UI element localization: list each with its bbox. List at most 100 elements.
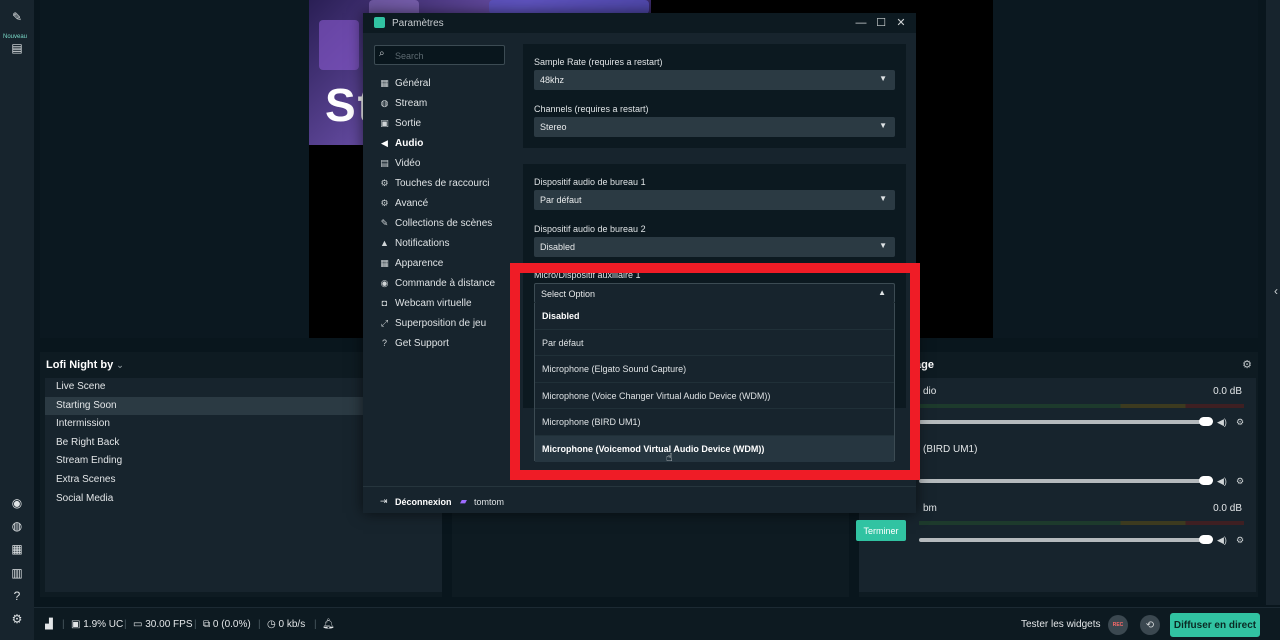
gear-icon[interactable]: ⚙ bbox=[1236, 476, 1244, 487]
speaker-icon: ◀ bbox=[381, 137, 388, 148]
remote-icon: ◉ bbox=[380, 277, 389, 288]
username: tomtom bbox=[474, 497, 505, 507]
volume-slider[interactable] bbox=[919, 538, 1209, 542]
desktop-audio-1-label: Dispositif audio de bureau 1 bbox=[534, 177, 646, 187]
bell-icon[interactable]: 🔔︎ bbox=[322, 619, 335, 630]
nav-item-notifications[interactable]: ▲ Notifications bbox=[379, 235, 517, 251]
film-icon: ▤ bbox=[380, 157, 389, 168]
stats-icon[interactable]: ▟ bbox=[45, 619, 53, 630]
record-button[interactable]: REC bbox=[1108, 615, 1128, 635]
clapperboard-icon[interactable]: ▤ bbox=[8, 39, 26, 57]
desktop-audio-1-select[interactable]: Par défaut ▼ bbox=[534, 190, 895, 210]
channels-label: Channels (requires a restart) bbox=[534, 104, 649, 114]
caret-down-icon: ▼ bbox=[879, 241, 887, 250]
status-footer: ▟ | ▣ 1.9% UC | ▭ 30.00 FPS | ⧉ 0 (0.0%)… bbox=[34, 607, 1280, 640]
volume-slider[interactable] bbox=[919, 420, 1209, 424]
settings-footer: ⇥ Déconnexion ▰ tomtom bbox=[363, 486, 916, 513]
volume-slider[interactable] bbox=[919, 479, 1209, 483]
maximize-icon[interactable]: ☐ bbox=[873, 15, 889, 31]
search-icon: ⌕ bbox=[379, 48, 385, 59]
library-icon[interactable]: ▥ bbox=[8, 564, 26, 582]
wand-icon[interactable]: ✎ bbox=[8, 8, 26, 26]
search-box[interactable]: ⌕ bbox=[374, 45, 505, 65]
nav-item-audio[interactable]: ◀ Audio bbox=[379, 135, 517, 151]
sample-rate-label: Sample Rate (requires a restart) bbox=[534, 57, 663, 67]
replay-buffer-icon[interactable]: ⟲ bbox=[1140, 615, 1160, 635]
wand-icon: ✎ bbox=[380, 217, 389, 228]
window-title: Paramètres bbox=[392, 18, 444, 29]
mixer-channel-name: (BIRD UM1) bbox=[923, 444, 978, 455]
mixer-channel-name: dio bbox=[923, 386, 937, 397]
apps-icon[interactable]: ▦ bbox=[8, 540, 26, 558]
desktop-audio-2-label: Dispositif audio de bureau 2 bbox=[534, 224, 646, 234]
left-rail: ✎ Nouveau ▤ ◉ ◍ ▦ ▥ ? ⚙ bbox=[0, 0, 34, 640]
test-widgets-link[interactable]: Tester les widgets bbox=[1021, 619, 1100, 630]
channels-select[interactable]: Stereo ▼ bbox=[534, 117, 895, 137]
caret-down-icon: ▼ bbox=[879, 74, 887, 83]
speaker-icon[interactable]: ◀) bbox=[1217, 417, 1227, 428]
nav-item-scene-collections[interactable]: ✎ Collections de scènes bbox=[379, 215, 517, 231]
desktop-audio-2-select[interactable]: Disabled ▼ bbox=[534, 237, 895, 257]
chevron-left-icon[interactable]: ‹ bbox=[1274, 284, 1278, 298]
cpu-usage: ▣ 1.9% UC bbox=[71, 619, 124, 630]
logout-icon[interactable]: ⇥ bbox=[380, 496, 388, 507]
nav-item-general[interactable]: ▦ Général bbox=[379, 75, 517, 91]
fps-readout: ▭ 30.00 FPS bbox=[133, 619, 193, 630]
volume-slider-handle[interactable] bbox=[1199, 417, 1213, 426]
volume-slider-handle[interactable] bbox=[1199, 476, 1213, 485]
speaker-icon[interactable]: ◀) bbox=[1217, 535, 1227, 546]
nav-item-get-support[interactable]: ? Get Support bbox=[379, 335, 517, 351]
app-logo-icon bbox=[374, 17, 385, 28]
question-icon[interactable]: ? bbox=[8, 587, 26, 605]
layout-icon: ▦ bbox=[380, 257, 389, 268]
logout-button[interactable]: Déconnexion bbox=[395, 497, 452, 507]
expand-icon: ⤢ bbox=[380, 317, 389, 328]
dropped-frames: ⧉ 0 (0.0%) bbox=[203, 619, 251, 630]
right-rail: ‹ bbox=[1266, 0, 1280, 605]
hand-cursor-icon: ☝ bbox=[666, 452, 673, 464]
gear-icon: ⚙ bbox=[380, 177, 389, 188]
chat-icon[interactable]: ◍ bbox=[8, 517, 26, 535]
nav-item-output[interactable]: ▣ Sortie bbox=[379, 115, 517, 131]
nav-item-game-overlay[interactable]: ⤢ Superposition de jeu bbox=[379, 315, 517, 331]
twitch-icon: ▰ bbox=[460, 496, 467, 506]
audio-format-card: Sample Rate (requires a restart) 48khz ▼… bbox=[523, 44, 906, 148]
go-live-button[interactable]: Diffuser en direct bbox=[1170, 613, 1260, 637]
nav-item-remote-control[interactable]: ◉ Commande à distance bbox=[379, 275, 517, 291]
caret-down-icon: ▼ bbox=[879, 194, 887, 203]
nav-item-appearance[interactable]: ▦ Apparence bbox=[379, 255, 517, 271]
gear-icon[interactable]: ⚙ bbox=[1242, 358, 1252, 371]
gears-icon: ⚙ bbox=[380, 197, 389, 208]
mixer-channel-db: 0.0 dB bbox=[1213, 386, 1242, 397]
highlight-annotation bbox=[510, 263, 920, 480]
help-circle-icon[interactable]: ◉ bbox=[8, 494, 26, 512]
settings-icon[interactable]: ⚙ bbox=[8, 610, 26, 628]
gear-icon[interactable]: ⚙ bbox=[1236, 535, 1244, 546]
grid-icon: ▦ bbox=[380, 77, 389, 88]
close-icon[interactable]: ✕ bbox=[893, 15, 909, 31]
bandwidth-readout: ◷ 0 kb/s bbox=[267, 619, 306, 630]
mixer-channel-db: 0.0 dB bbox=[1213, 503, 1242, 514]
caret-down-icon: ▼ bbox=[879, 121, 887, 130]
nav-item-hotkeys[interactable]: ⚙ Touches de raccourci bbox=[379, 175, 517, 191]
camera-icon: ◘ bbox=[381, 298, 388, 308]
volume-slider-handle[interactable] bbox=[1199, 535, 1213, 544]
nav-item-stream[interactable]: ◍ Stream bbox=[379, 95, 517, 111]
volume-meter bbox=[919, 521, 1244, 525]
sample-rate-select[interactable]: 48khz ▼ bbox=[534, 70, 895, 90]
chip-icon: ▣ bbox=[380, 117, 389, 128]
nav-item-advanced[interactable]: ⚙ Avancé bbox=[379, 195, 517, 211]
mixer-channel-name: bm bbox=[923, 503, 937, 514]
scene-collection-title[interactable]: Lofi Night by ⌄ bbox=[46, 359, 124, 371]
search-input[interactable] bbox=[395, 49, 501, 62]
gear-icon[interactable]: ⚙ bbox=[1236, 417, 1244, 428]
minimize-icon[interactable]: — bbox=[853, 15, 869, 31]
nav-item-virtual-webcam[interactable]: ◘ Webcam virtuelle bbox=[379, 295, 517, 311]
globe-icon: ◍ bbox=[380, 97, 389, 108]
title-bar[interactable]: Paramètres — ☐ ✕ bbox=[363, 13, 916, 33]
done-button[interactable]: Terminer bbox=[856, 520, 906, 541]
nav-item-video[interactable]: ▤ Vidéo bbox=[379, 155, 517, 171]
speaker-icon[interactable]: ◀) bbox=[1217, 476, 1227, 487]
volume-meter bbox=[919, 404, 1244, 408]
question-icon: ? bbox=[381, 338, 387, 348]
